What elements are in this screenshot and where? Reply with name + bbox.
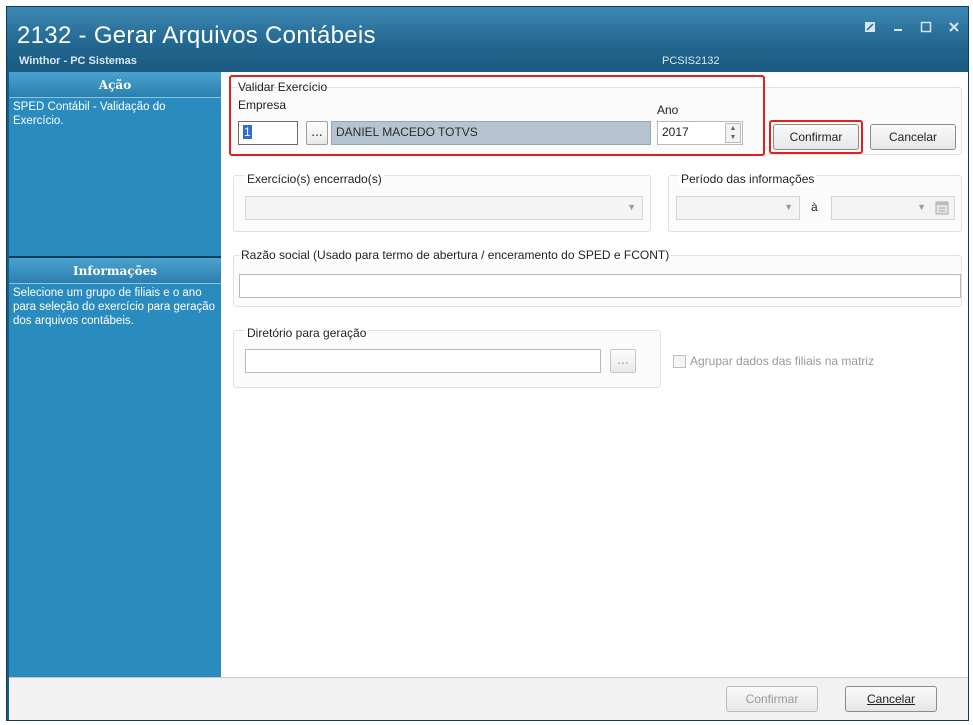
footer-cancel-button[interactable]: Cancelar [845,686,937,712]
chevron-down-icon: ▼ [627,202,636,212]
window-controls [862,19,962,35]
ano-value: 2017 [662,125,689,139]
info-header: Informações [9,258,221,284]
restore-icon[interactable] [862,19,878,35]
agrupar-checkbox[interactable] [673,354,686,368]
ano-input[interactable]: 2017 ▲ ▼ [657,121,743,145]
footer-bar: Confirmar Cancelar [9,677,968,720]
ano-label: Ano [657,103,679,117]
agrupar-label: Agrupar dados das filiais na matriz [690,354,875,368]
ano-spinner-icon[interactable]: ▲ ▼ [725,123,741,143]
acao-header: Ação [9,72,221,98]
app-window: 2132 - Gerar Arquivos Contábeis Winthor … [6,6,969,721]
diretorio-label: Diretório para geração [245,326,369,340]
empresa-search-button[interactable]: ... [306,121,328,145]
empresa-label: Empresa [238,98,287,112]
empresa-code-input[interactable]: 1 [238,121,298,145]
window-subtitle: Winthor - PC Sistemas [19,55,137,67]
info-text: Selecione um grupo de filiais e o ano pa… [13,287,216,327]
footer-confirm-button[interactable]: Confirmar [726,686,818,712]
calendar-icon[interactable] [935,200,949,218]
close-icon[interactable] [946,19,962,35]
empresa-code-value: 1 [243,125,252,139]
confirm-button[interactable]: Confirmar [773,124,859,150]
exercicio-select[interactable]: ▼ [245,196,643,220]
razao-input[interactable] [239,274,961,298]
periodo-start-select[interactable]: ▼ [676,196,800,220]
validar-label: Validar Exercício [238,80,328,94]
title-bar: 2132 - Gerar Arquivos Contábeis Winthor … [7,7,968,71]
chevron-down-icon: ▼ [784,202,793,212]
cancel-button[interactable]: Cancelar [870,124,956,150]
agrupar-option[interactable]: Agrupar dados das filiais na matriz [673,354,874,368]
window-title: 2132 - Gerar Arquivos Contábeis [17,22,376,49]
periodo-label: Período das informações [679,172,817,186]
routine-code: PCSIS2132 [662,55,720,67]
diretorio-browse-button[interactable]: ... [610,349,636,373]
periodo-end-select[interactable]: ▼ [831,196,955,220]
main-panel: Validar Exercício Empresa 1 ... DANIEL M… [221,72,968,677]
diretorio-input[interactable] [245,349,601,373]
empresa-name-field: DANIEL MACEDO TOTVS [331,121,651,145]
minimize-icon[interactable] [890,19,906,35]
chevron-down-icon: ▼ [917,202,926,212]
sidebar: Ação SPED Contábil - Validação do Exercí… [9,72,221,677]
maximize-icon[interactable] [918,19,934,35]
periodo-separator: à [811,200,818,214]
acao-text: SPED Contábil - Validação do Exercício. [13,101,166,127]
exercicio-label: Exercício(s) encerrado(s) [245,172,384,186]
razao-label: Razão social (Usado para termo de abertu… [239,248,672,262]
